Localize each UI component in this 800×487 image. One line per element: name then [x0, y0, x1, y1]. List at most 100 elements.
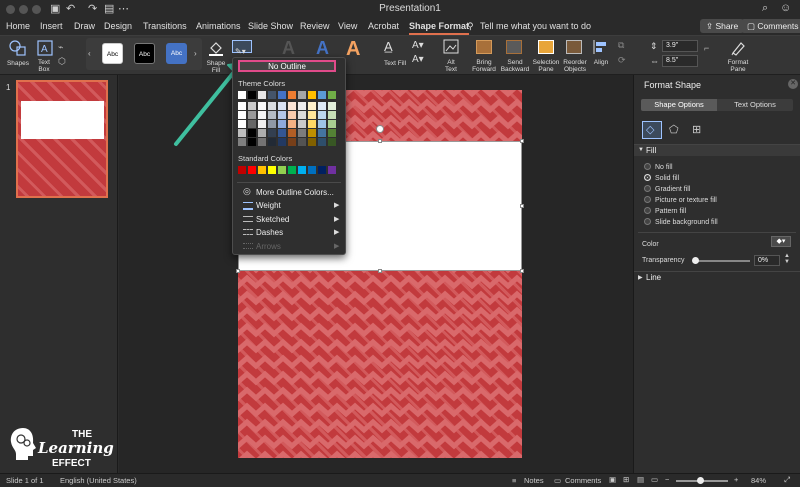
line-section-label[interactable]: Line	[646, 273, 661, 282]
shape-outline-button[interactable]: ✎▾	[232, 40, 252, 56]
zoom-window-button[interactable]	[32, 5, 41, 14]
no-outline-option[interactable]: No Outline	[238, 60, 336, 72]
wordart-style-1[interactable]: A	[282, 38, 295, 59]
tab-view[interactable]: View	[338, 21, 357, 31]
theme-color-swatch[interactable]	[318, 111, 326, 119]
close-pane-icon[interactable]: ✕	[788, 79, 798, 89]
transparency-stepper[interactable]: ▲ ▼	[784, 253, 790, 265]
fill-option[interactable]: Solid fill	[644, 174, 679, 182]
fill-option[interactable]: Slide background fill	[644, 218, 718, 226]
tab-acrobat[interactable]: Acrobat	[368, 21, 399, 31]
fill-color-picker[interactable]: ◆▾	[771, 236, 791, 247]
width-input[interactable]: 8.5"	[662, 55, 698, 67]
rotate-icon[interactable]: ⟳	[618, 55, 626, 66]
more-outline-colors-option[interactable]: More Outline Colors...	[256, 188, 334, 197]
theme-color-swatch[interactable]	[278, 91, 286, 99]
theme-color-swatch[interactable]	[298, 91, 306, 99]
comments-button[interactable]: ▢ Comments	[741, 19, 800, 33]
theme-color-swatch[interactable]	[288, 120, 296, 128]
wordart-style-3[interactable]: A	[346, 38, 360, 61]
selection-pane-icon[interactable]	[538, 40, 554, 54]
theme-color-swatch[interactable]	[248, 120, 256, 128]
search-icon[interactable]: ⌕	[762, 2, 768, 15]
resize-handle-r[interactable]	[520, 204, 524, 208]
theme-color-swatch[interactable]	[298, 102, 306, 110]
theme-color-swatch[interactable]	[288, 138, 296, 146]
rotate-handle[interactable]	[376, 125, 384, 133]
fill-section-header[interactable]: ▼ Fill	[634, 144, 800, 156]
theme-color-swatch[interactable]	[298, 111, 306, 119]
theme-color-swatch[interactable]	[318, 120, 326, 128]
zoom-in-icon[interactable]: +	[734, 475, 738, 484]
theme-color-swatch[interactable]	[298, 138, 306, 146]
radio-button[interactable]	[644, 185, 651, 192]
theme-color-swatch[interactable]	[268, 138, 276, 146]
radio-button[interactable]	[644, 196, 651, 203]
zoom-slider-thumb[interactable]	[697, 477, 704, 484]
standard-color-swatch[interactable]	[298, 166, 306, 174]
undo-icon[interactable]: ↶	[66, 2, 75, 15]
text-options-tab[interactable]: Text Options	[717, 99, 793, 111]
theme-color-swatch[interactable]	[258, 111, 266, 119]
fill-option[interactable]: Picture or texture fill	[644, 196, 717, 204]
tab-slide-show[interactable]: Slide Show	[248, 21, 293, 31]
paint-bucket-icon[interactable]	[207, 39, 225, 57]
tab-shape-format[interactable]: Shape Format	[409, 21, 470, 35]
fill-option[interactable]: Gradient fill	[644, 185, 690, 193]
slide-thumbnail[interactable]	[16, 80, 108, 198]
tab-home[interactable]: Home	[6, 21, 30, 31]
standard-color-swatch[interactable]	[278, 166, 286, 174]
theme-color-swatch[interactable]	[318, 129, 326, 137]
comments-status-button[interactable]: Comments	[565, 476, 601, 485]
tab-animations[interactable]: Animations	[196, 21, 241, 31]
theme-color-swatch[interactable]	[318, 102, 326, 110]
fit-slide-icon[interactable]: ⤢	[784, 475, 790, 485]
theme-color-swatch[interactable]	[248, 102, 256, 110]
theme-color-swatch[interactable]	[238, 91, 246, 99]
theme-color-swatch[interactable]	[258, 120, 266, 128]
theme-color-swatch[interactable]	[268, 111, 276, 119]
edit-shape-icon[interactable]: ⌁	[58, 42, 63, 53]
present-icon[interactable]: ▤	[104, 2, 114, 15]
theme-color-swatch[interactable]	[298, 129, 306, 137]
theme-color-swatch[interactable]	[268, 91, 276, 99]
theme-color-swatch[interactable]	[308, 91, 316, 99]
tab-transitions[interactable]: Transitions	[143, 21, 187, 31]
theme-color-swatch[interactable]	[248, 91, 256, 99]
effects-pentagon-icon[interactable]: ⬠	[669, 123, 679, 136]
theme-color-swatch[interactable]	[278, 111, 286, 119]
theme-color-swatch[interactable]	[238, 120, 246, 128]
transparency-input[interactable]: 0%	[754, 255, 780, 266]
theme-color-swatch[interactable]	[288, 102, 296, 110]
transparency-slider-thumb[interactable]	[692, 257, 699, 264]
chevron-left-icon[interactable]: ‹	[88, 49, 91, 58]
theme-color-swatch[interactable]	[248, 129, 256, 137]
tab-review[interactable]: Review	[300, 21, 330, 31]
chevron-right-icon[interactable]: ›	[194, 49, 197, 58]
format-pane-icon[interactable]	[729, 39, 747, 57]
theme-color-swatch[interactable]	[268, 120, 276, 128]
resize-handle-t[interactable]	[378, 139, 382, 143]
lock-aspect-icon[interactable]: ⌐	[704, 43, 709, 53]
alt-text-icon[interactable]	[443, 39, 459, 55]
dashes-option[interactable]: Dashes	[256, 228, 283, 237]
height-input[interactable]: 3.9"	[662, 40, 698, 52]
shape-options-tab[interactable]: Shape Options	[641, 99, 717, 111]
share-button[interactable]: ⇪ Share	[700, 19, 745, 33]
align-icon[interactable]	[592, 39, 610, 55]
theme-color-swatch[interactable]	[238, 111, 246, 119]
resize-handle-br[interactable]	[520, 269, 524, 273]
theme-color-swatch[interactable]	[278, 102, 286, 110]
theme-color-swatch[interactable]	[308, 138, 316, 146]
theme-color-swatch[interactable]	[238, 138, 246, 146]
expand-line-icon[interactable]: ▶	[638, 274, 643, 281]
theme-color-swatch[interactable]	[308, 120, 316, 128]
sketched-option[interactable]: Sketched	[256, 215, 289, 224]
resize-handle-b[interactable]	[378, 269, 382, 273]
slide-sorter-icon[interactable]: ⊞	[623, 475, 629, 484]
tab-draw[interactable]: Draw	[74, 21, 95, 31]
save-icon[interactable]: ▣	[50, 2, 60, 15]
minimize-window-button[interactable]	[19, 5, 28, 14]
style-black[interactable]: Abc	[134, 43, 155, 64]
theme-color-swatch[interactable]	[308, 111, 316, 119]
